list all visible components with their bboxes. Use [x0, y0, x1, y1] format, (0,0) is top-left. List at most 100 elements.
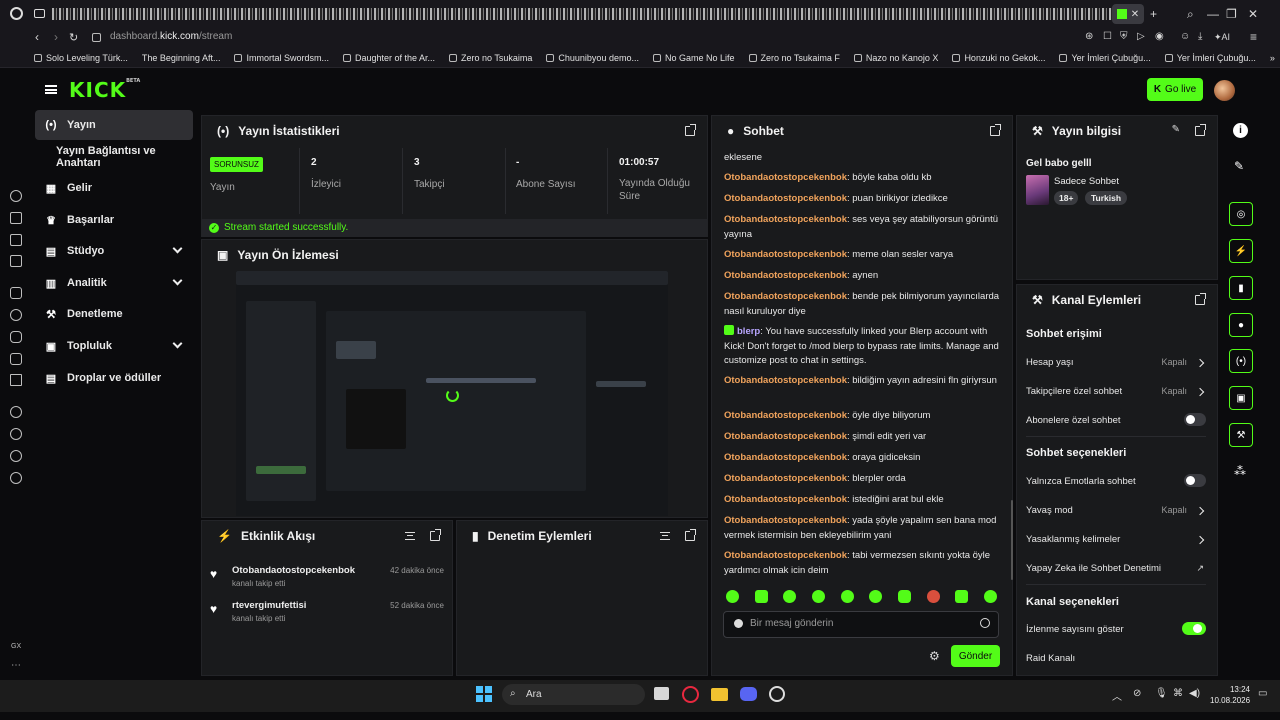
minimize-icon[interactable]: — — [1207, 7, 1219, 21]
emote-icon[interactable] — [841, 590, 854, 603]
edit-layout-icon[interactable]: ✎ — [1234, 159, 1244, 173]
close-tab-icon[interactable]: ✕ — [1131, 9, 1139, 20]
bookmark-item[interactable]: The Beginning Aft... — [142, 53, 221, 63]
sidebar-bag-icon[interactable] — [10, 212, 22, 224]
whatsapp-icon[interactable] — [10, 309, 22, 321]
bookmark-item[interactable]: Honzuki no Gekok... — [952, 53, 1045, 63]
nav-item-stream[interactable]: (•) Yayın — [35, 110, 193, 140]
emote-icon[interactable] — [783, 590, 796, 603]
emote-icon[interactable] — [755, 590, 768, 603]
chat-settings-gear-icon[interactable]: ⚙ — [929, 649, 940, 663]
rail-broadcast-button[interactable]: (•) — [1229, 349, 1253, 373]
sidebar-messenger-icon[interactable] — [10, 255, 22, 267]
chat-identity-icon[interactable] — [734, 619, 743, 628]
nav-item-community[interactable]: ▣ Topluluk — [35, 331, 193, 361]
more-bookmarks-icon[interactable]: » — [1270, 53, 1275, 63]
kick-logo[interactable]: KICKBETA — [69, 78, 140, 102]
extensions-icon[interactable] — [10, 450, 22, 462]
emote-icon[interactable] — [955, 590, 968, 603]
bookmark-item[interactable]: No Game No Life — [652, 53, 735, 63]
network-icon[interactable]: ⌘ — [1173, 688, 1183, 699]
emote-icon[interactable] — [927, 590, 940, 603]
tiktok-icon[interactable] — [10, 374, 22, 386]
nav-item-achievements[interactable]: ♛ Başarılar — [35, 205, 193, 235]
tracker-icon[interactable]: ⊛ — [1085, 31, 1093, 42]
hamburger-menu-icon[interactable] — [45, 85, 57, 94]
workspaces-icon[interactable] — [34, 9, 45, 18]
chat-scrollbar[interactable] — [1011, 500, 1013, 580]
popout-icon[interactable] — [990, 124, 1001, 136]
filter-icon[interactable] — [660, 532, 670, 540]
forward-icon[interactable]: › — [54, 30, 58, 44]
file-explorer-icon[interactable] — [711, 688, 728, 701]
info-icon[interactable]: i — [1233, 123, 1248, 138]
back-icon[interactable]: ‹ — [35, 30, 39, 44]
search-tabs-icon[interactable]: ⌕ — [1187, 7, 1194, 22]
emotes-only-toggle[interactable] — [1184, 474, 1206, 487]
opera-logo-icon[interactable] — [10, 7, 23, 20]
filter-icon[interactable] — [405, 532, 415, 540]
task-view-icon[interactable] — [654, 687, 669, 700]
shapes-icon[interactable]: ⁂ — [1234, 464, 1246, 478]
microphone-icon[interactable]: 🎙 — [1155, 688, 1168, 699]
slow-mode-row[interactable]: Yavaş mod Kapalı — [1026, 505, 1206, 523]
shield-icon[interactable]: ⛨ — [1120, 31, 1128, 42]
bookmark-item[interactable]: Zero no Tsukaima F — [748, 53, 840, 63]
history-icon[interactable] — [10, 428, 22, 440]
popout-icon[interactable] — [1195, 124, 1206, 136]
send-button[interactable]: Gönder — [951, 645, 1000, 667]
instagram-icon[interactable] — [10, 353, 22, 365]
ai-moderation-row[interactable]: Yapay Zeka ile Sohbet Denetimi ↗ — [1026, 563, 1206, 581]
bookmark-folder[interactable]: Yer İmleri Çubuğu... — [1059, 53, 1151, 63]
emote-icon[interactable] — [726, 590, 739, 603]
profile-icon[interactable]: ☺ — [1180, 31, 1190, 42]
bookmark-item[interactable]: Nazo no Kanojo X — [853, 53, 938, 63]
emoji-picker-icon[interactable] — [980, 618, 990, 628]
popout-icon[interactable] — [685, 529, 696, 541]
opera-gx-taskbar-icon[interactable] — [682, 686, 699, 703]
edit-pencil-icon[interactable]: ✎ — [1172, 124, 1180, 135]
ai-button[interactable]: ✦AI — [1214, 32, 1230, 43]
popout-icon[interactable] — [685, 124, 696, 136]
obs-taskbar-icon[interactable] — [769, 686, 785, 702]
tray-app-icon[interactable]: ⊘ — [1133, 688, 1141, 699]
tab-list[interactable] — [52, 8, 1112, 20]
chat-message-input[interactable] — [750, 618, 970, 629]
discord-icon[interactable] — [10, 331, 22, 343]
clock[interactable]: 13:24 10.08.2026 — [1210, 684, 1250, 706]
nav-item-stream-key[interactable]: Yayın Bağlantısı ve Anahtarı — [35, 142, 193, 172]
rail-activity-button[interactable]: ⚡ — [1229, 239, 1253, 263]
avatar[interactable] — [1214, 80, 1235, 101]
rail-tools-button[interactable]: ⚒ — [1229, 423, 1253, 447]
emote-icon[interactable] — [898, 590, 911, 603]
go-live-button[interactable]: K Go live — [1147, 78, 1203, 101]
bookmark-item[interactable]: Daughter of the Ar... — [342, 53, 435, 63]
nav-item-studio[interactable]: ▤ Stüdyo — [35, 236, 193, 266]
snapshot-icon[interactable]: ◉ — [1155, 31, 1164, 42]
banned-words-row[interactable]: Yasaklanmış kelimeler — [1026, 534, 1206, 552]
emote-icon[interactable] — [812, 590, 825, 603]
tab-active[interactable]: ✕ — [1112, 4, 1144, 24]
volume-icon[interactable]: ◀) — [1189, 688, 1200, 699]
rail-preview-button[interactable]: ▣ — [1229, 386, 1253, 410]
bookmark-item[interactable]: Immortal Swordsm... — [234, 53, 329, 63]
bookmark-item[interactable]: Zero no Tsukaima — [449, 53, 532, 63]
tray-chevron-icon[interactable]: ︿ — [1112, 688, 1122, 703]
maximize-icon[interactable]: ❐ — [1226, 7, 1237, 21]
popout-icon[interactable] — [1195, 293, 1206, 305]
bookmark-item[interactable]: Solo Leveling Türk... — [34, 53, 128, 63]
followers-only-row[interactable]: Takipçilere özel sohbet Kapalı — [1026, 386, 1206, 404]
discord-taskbar-icon[interactable] — [740, 687, 757, 701]
rail-moderation-button[interactable]: ▮ — [1229, 276, 1253, 300]
emote-icon[interactable] — [984, 590, 997, 603]
rail-chat-button[interactable]: ● — [1229, 313, 1253, 337]
site-info-icon[interactable] — [92, 33, 101, 42]
bookmark-folder[interactable]: Yer İmleri Çubuğu... — [1164, 53, 1256, 63]
close-window-icon[interactable]: ✕ — [1248, 7, 1258, 21]
nav-item-drops[interactable]: ▤ Droplar ve ödüller — [35, 363, 193, 393]
sidebar-gx-corner-icon[interactable] — [10, 190, 22, 202]
player-sidebar-icon[interactable] — [10, 406, 22, 418]
emote-icon[interactable] — [869, 590, 882, 603]
notifications-icon[interactable]: ▭ — [1258, 688, 1267, 699]
reload-icon[interactable]: ↻ — [69, 31, 78, 44]
